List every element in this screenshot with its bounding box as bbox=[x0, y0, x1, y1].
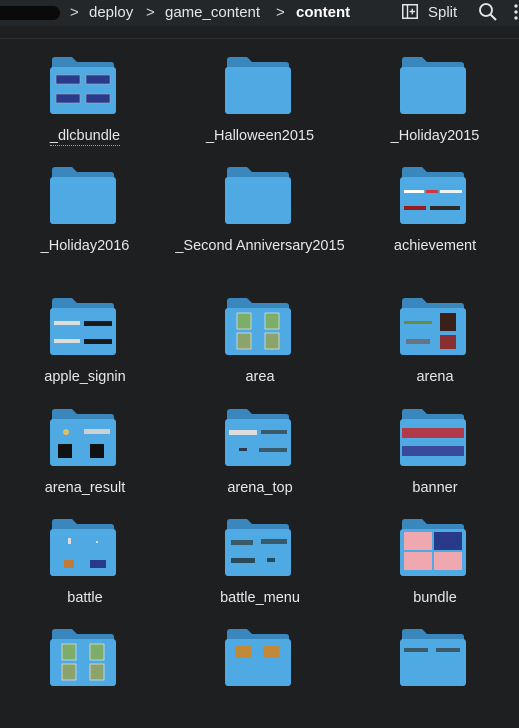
folder-icon bbox=[225, 519, 291, 576]
folder-icon bbox=[400, 167, 466, 224]
folder-name: achievement bbox=[393, 238, 477, 254]
search-icon[interactable] bbox=[478, 2, 498, 22]
folder-name: battle_menu bbox=[220, 590, 300, 606]
folder-icon bbox=[225, 167, 291, 224]
redacted-path bbox=[0, 6, 60, 20]
folder-name: apple_signin bbox=[44, 369, 126, 385]
folder-name: bundle bbox=[413, 590, 457, 606]
folder-item[interactable]: arena_top bbox=[175, 408, 345, 508]
folder-item[interactable] bbox=[350, 628, 519, 728]
folder-name: _Holiday2016 bbox=[40, 238, 130, 254]
title-bar: > deploy > game_content > content Split bbox=[0, 0, 519, 26]
folder-name: _Halloween2015 bbox=[205, 128, 315, 144]
folder-item[interactable]: _Holiday2016 bbox=[0, 166, 170, 266]
folder-name: battle bbox=[67, 590, 103, 606]
folder-item[interactable]: _Halloween2015 bbox=[175, 56, 345, 156]
folder-item[interactable]: arena_result bbox=[0, 408, 170, 508]
split-label: Split bbox=[428, 4, 458, 21]
folder-item[interactable]: apple_signin bbox=[0, 297, 170, 397]
folder-name: arena bbox=[416, 369, 454, 385]
folder-item[interactable]: arena bbox=[350, 297, 519, 397]
folder-name: _dlcbundle bbox=[49, 128, 121, 146]
folder-name: _Holiday2015 bbox=[390, 128, 480, 144]
folder-icon bbox=[50, 409, 116, 466]
folder-icon bbox=[400, 57, 466, 114]
folder-name: arena_result bbox=[44, 480, 126, 496]
breadcrumb-item-content[interactable]: content bbox=[296, 3, 350, 23]
breadcrumb-separator: > bbox=[276, 4, 285, 21]
divider bbox=[0, 38, 519, 39]
folder-icon bbox=[50, 57, 116, 114]
folder-icon bbox=[225, 298, 291, 355]
folder-item[interactable]: _Second Anniversary2015 bbox=[175, 166, 345, 266]
folder-name: banner bbox=[412, 480, 458, 496]
folder-icon bbox=[225, 629, 291, 686]
folder-icon bbox=[50, 519, 116, 576]
folder-icon bbox=[400, 409, 466, 466]
folder-icon bbox=[400, 298, 466, 355]
folder-item[interactable]: _dlcbundle bbox=[0, 56, 170, 156]
folder-icon bbox=[50, 629, 116, 686]
folder-item[interactable] bbox=[0, 628, 170, 728]
folder-icon bbox=[225, 409, 291, 466]
breadcrumb-separator: > bbox=[70, 4, 79, 21]
folder-icon bbox=[225, 57, 291, 114]
folder-icon bbox=[50, 167, 116, 224]
folder-item[interactable] bbox=[175, 628, 345, 728]
overflow-menu-icon[interactable] bbox=[512, 3, 519, 21]
breadcrumb-item-game-content[interactable]: game_content bbox=[165, 3, 260, 23]
folder-name: _Second Anniversary2015 bbox=[175, 238, 345, 254]
folder-icon bbox=[400, 629, 466, 686]
folder-name: arena_top bbox=[227, 480, 293, 496]
breadcrumb-item-deploy[interactable]: deploy bbox=[89, 3, 133, 23]
folder-icon bbox=[400, 519, 466, 576]
folder-item[interactable]: banner bbox=[350, 408, 519, 508]
split-view-icon bbox=[402, 4, 418, 19]
folder-icon bbox=[50, 298, 116, 355]
folder-item[interactable]: battle_menu bbox=[175, 518, 345, 618]
folder-item[interactable]: achievement bbox=[350, 166, 519, 266]
folder-name: area bbox=[245, 369, 275, 385]
folder-item[interactable]: area bbox=[175, 297, 345, 397]
folder-item[interactable]: battle bbox=[0, 518, 170, 618]
folder-item[interactable]: bundle bbox=[350, 518, 519, 618]
breadcrumb-separator: > bbox=[146, 4, 155, 21]
split-button[interactable]: Split bbox=[402, 2, 464, 24]
folder-item[interactable]: _Holiday2015 bbox=[350, 56, 519, 156]
